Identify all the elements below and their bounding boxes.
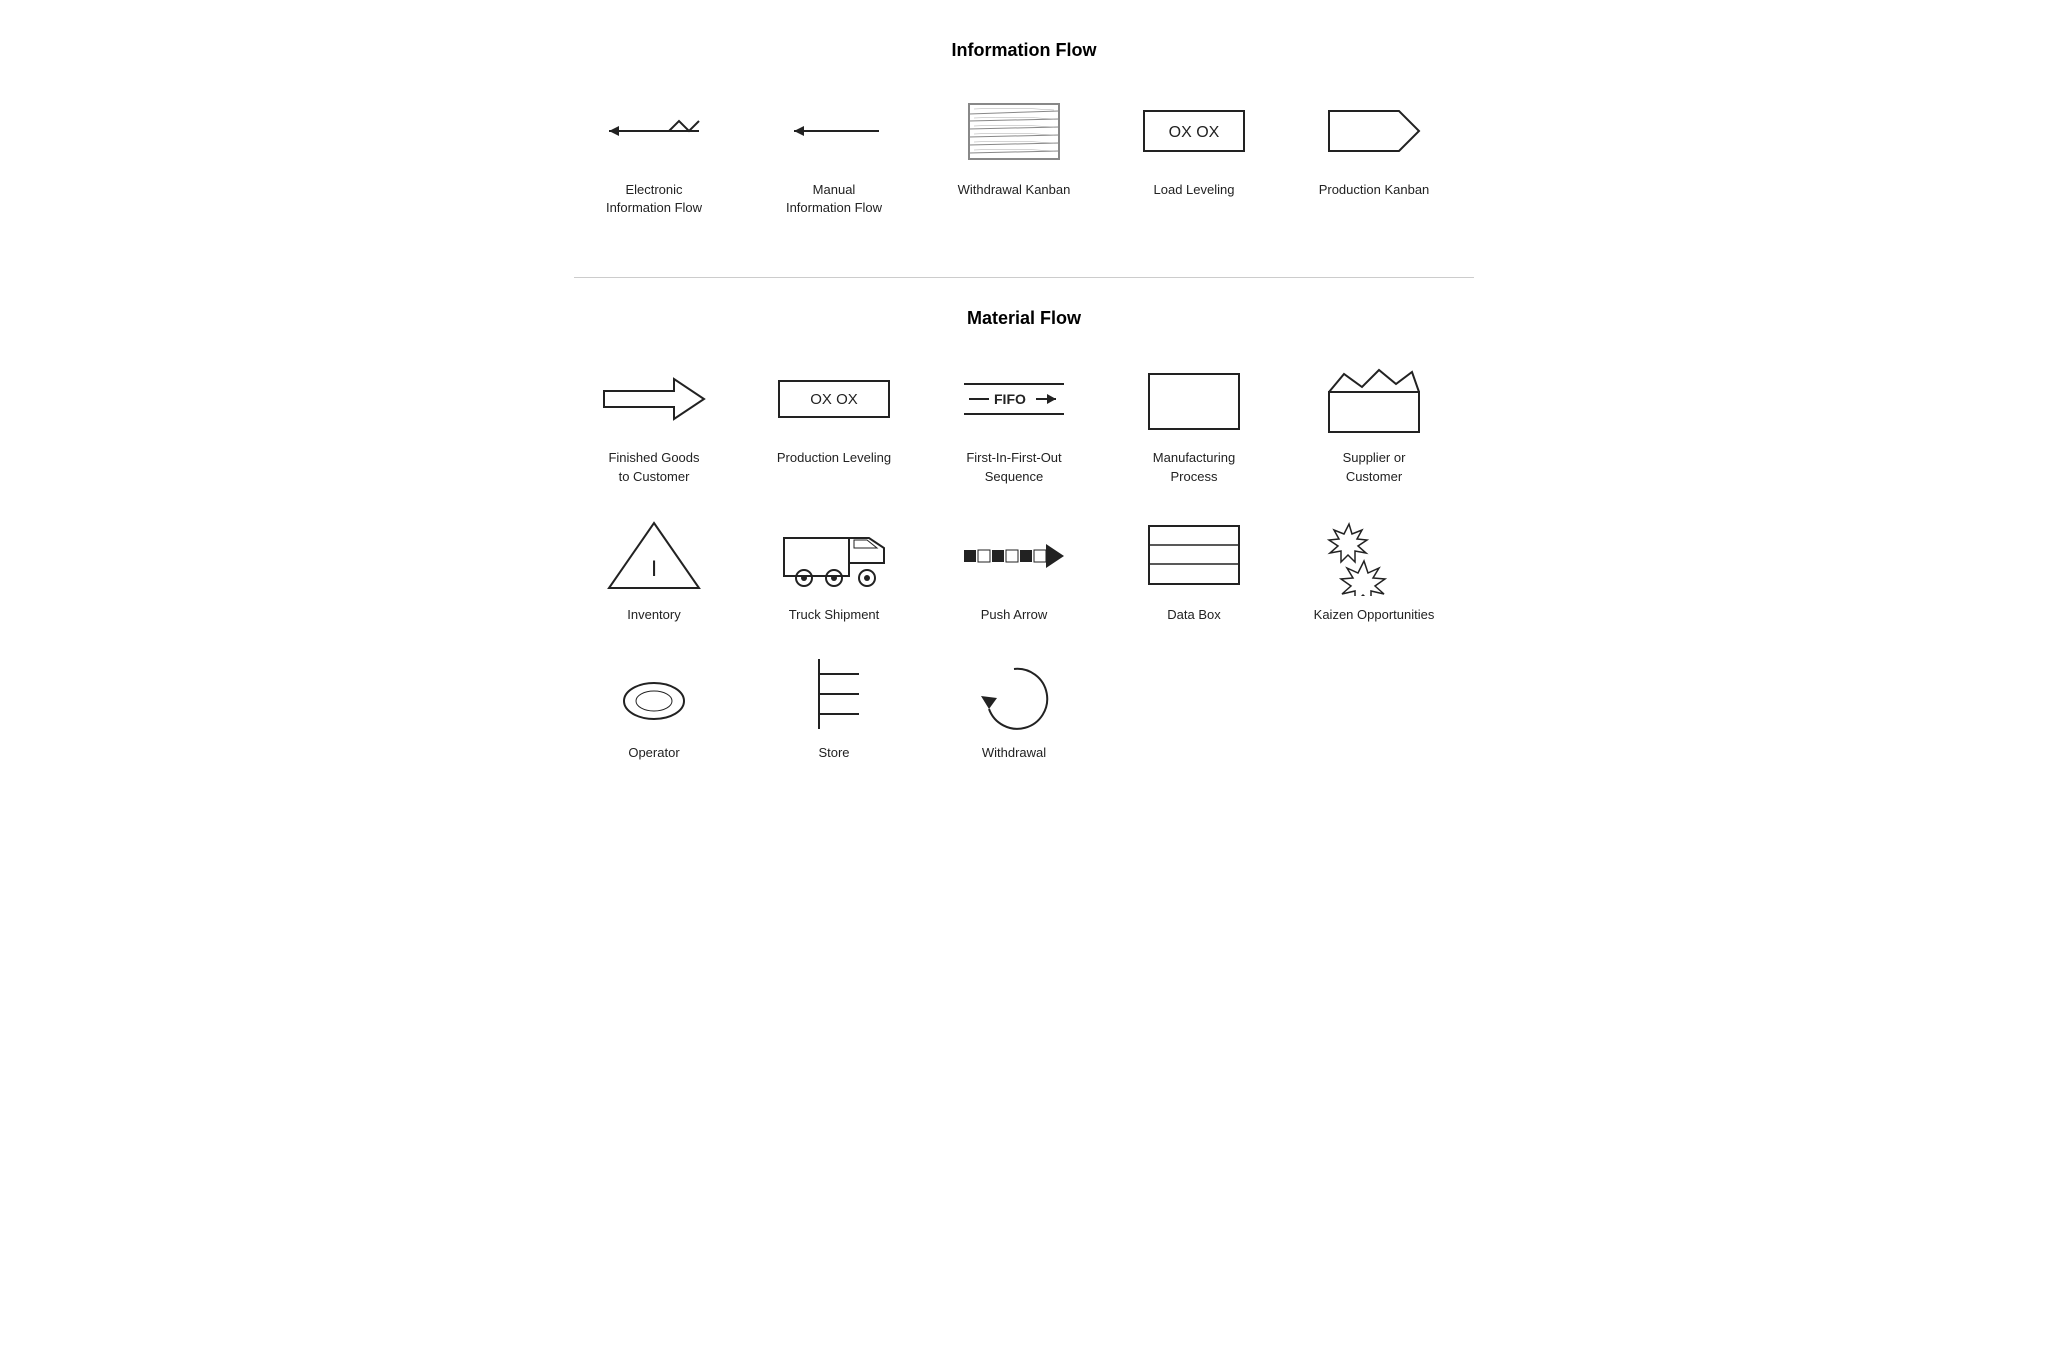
manufacturing-process-label: ManufacturingProcess (1153, 449, 1235, 485)
svg-text:I: I (651, 556, 657, 581)
symbol-finished-goods: Finished Goodsto Customer (574, 359, 734, 485)
supplier-customer-icon (1314, 359, 1434, 439)
symbol-manufacturing-process: ManufacturingProcess (1114, 359, 1274, 485)
symbol-supplier-customer: Supplier orCustomer (1294, 359, 1454, 485)
production-leveling-icon: OX OX (774, 359, 894, 439)
operator-icon (594, 654, 714, 734)
data-box-label: Data Box (1167, 606, 1220, 624)
finished-goods-label: Finished Goodsto Customer (608, 449, 699, 485)
section-divider (574, 277, 1474, 278)
inventory-icon: I (594, 516, 714, 596)
fifo-icon: FIFO (954, 359, 1074, 439)
svg-text:OX OX: OX OX (810, 391, 858, 408)
production-leveling-label: Production Leveling (777, 449, 891, 467)
symbol-fifo: FIFO First-In-First-OutSequence (934, 359, 1094, 485)
svg-text:OX OX: OX OX (1169, 124, 1220, 141)
symbol-operator: Operator (574, 654, 734, 762)
truck-shipment-icon (774, 516, 894, 596)
symbol-push-arrow: Push Arrow (934, 516, 1094, 624)
information-flow-grid: ElectronicInformation Flow ManualInforma… (574, 91, 1474, 237)
manual-info-flow-label: ManualInformation Flow (786, 181, 882, 217)
symbol-inventory: I Inventory (574, 516, 734, 624)
production-kanban-label: Production Kanban (1319, 181, 1430, 199)
material-flow-title: Material Flow (574, 308, 1474, 329)
truck-shipment-label: Truck Shipment (789, 606, 880, 624)
inventory-label: Inventory (627, 606, 680, 624)
page: Information Flow ElectronicInformation F… (574, 40, 1474, 822)
electronic-info-flow-label: ElectronicInformation Flow (606, 181, 702, 217)
finished-goods-icon (594, 359, 714, 439)
symbol-withdrawal-kanban: Withdrawal Kanban (934, 91, 1094, 217)
operator-label: Operator (628, 744, 679, 762)
information-flow-title: Information Flow (574, 40, 1474, 61)
symbol-production-leveling: OX OX Production Leveling (754, 359, 914, 485)
manual-info-flow-icon (774, 91, 894, 171)
symbol-production-kanban: Production Kanban (1294, 91, 1454, 217)
manufacturing-process-icon (1134, 359, 1254, 439)
withdrawal-label: Withdrawal (982, 744, 1046, 762)
kaizen-label: Kaizen Opportunities (1314, 606, 1435, 624)
load-leveling-icon: OX OX (1134, 91, 1254, 171)
symbol-store: Store (754, 654, 914, 762)
material-flow-grid: Finished Goodsto Customer OX OX Producti… (574, 359, 1474, 782)
electronic-info-flow-icon (594, 91, 714, 171)
fifo-label: First-In-First-OutSequence (966, 449, 1061, 485)
withdrawal-kanban-icon (954, 91, 1074, 171)
load-leveling-label: Load Leveling (1154, 181, 1235, 199)
withdrawal-kanban-label: Withdrawal Kanban (958, 181, 1071, 199)
symbol-manual-info-flow: ManualInformation Flow (754, 91, 914, 217)
kaizen-icon (1314, 516, 1434, 596)
svg-text:FIFO: FIFO (994, 391, 1026, 407)
store-label: Store (818, 744, 849, 762)
symbol-withdrawal: Withdrawal (934, 654, 1094, 762)
push-arrow-label: Push Arrow (981, 606, 1047, 624)
symbol-truck-shipment: Truck Shipment (754, 516, 914, 624)
symbol-electronic-info-flow: ElectronicInformation Flow (574, 91, 734, 217)
data-box-icon (1134, 516, 1254, 596)
symbol-data-box: Data Box (1114, 516, 1274, 624)
symbol-load-leveling: OX OX Load Leveling (1114, 91, 1274, 217)
supplier-customer-label: Supplier orCustomer (1343, 449, 1406, 485)
production-kanban-icon (1314, 91, 1434, 171)
withdrawal-icon (954, 654, 1074, 734)
store-icon (774, 654, 894, 734)
symbol-kaizen: Kaizen Opportunities (1294, 516, 1454, 624)
push-arrow-icon (954, 516, 1074, 596)
